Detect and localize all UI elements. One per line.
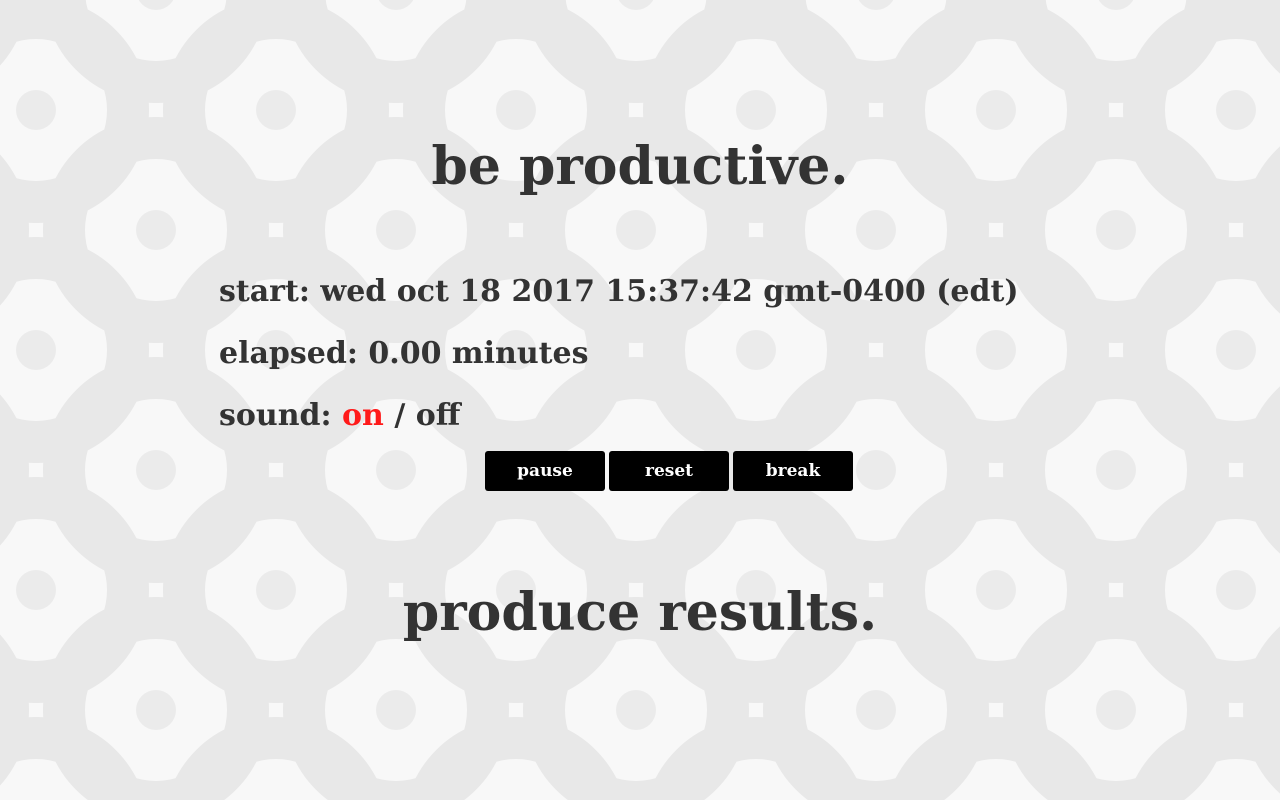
start-value: wed oct 18 2017 15:37:42 gmt-0400 (edt) [320, 274, 1019, 309]
sound-label: sound: [219, 398, 332, 433]
start-label: start: [219, 274, 310, 309]
break-button[interactable]: break [733, 451, 853, 491]
control-buttons: pause reset break [485, 451, 853, 491]
start-row: start: wed oct 18 2017 15:37:42 gmt-0400… [219, 274, 1019, 309]
elapsed-value: 0.00 [368, 336, 442, 371]
sound-on-toggle[interactable]: on [342, 398, 384, 433]
elapsed-row: elapsed: 0.00 minutes [219, 336, 589, 371]
pause-button[interactable]: pause [485, 451, 605, 491]
headline-be-productive: be productive. [431, 136, 849, 197]
headline-produce-results: produce results. [402, 582, 878, 643]
elapsed-unit: minutes [451, 336, 589, 371]
elapsed-label: elapsed: [219, 336, 358, 371]
sound-separator: / [394, 398, 406, 433]
sound-row: sound: on / off [219, 398, 460, 433]
main-content: be productive. start: wed oct 18 2017 15… [0, 0, 1280, 800]
sound-off-toggle[interactable]: off [416, 398, 461, 433]
reset-button[interactable]: reset [609, 451, 729, 491]
